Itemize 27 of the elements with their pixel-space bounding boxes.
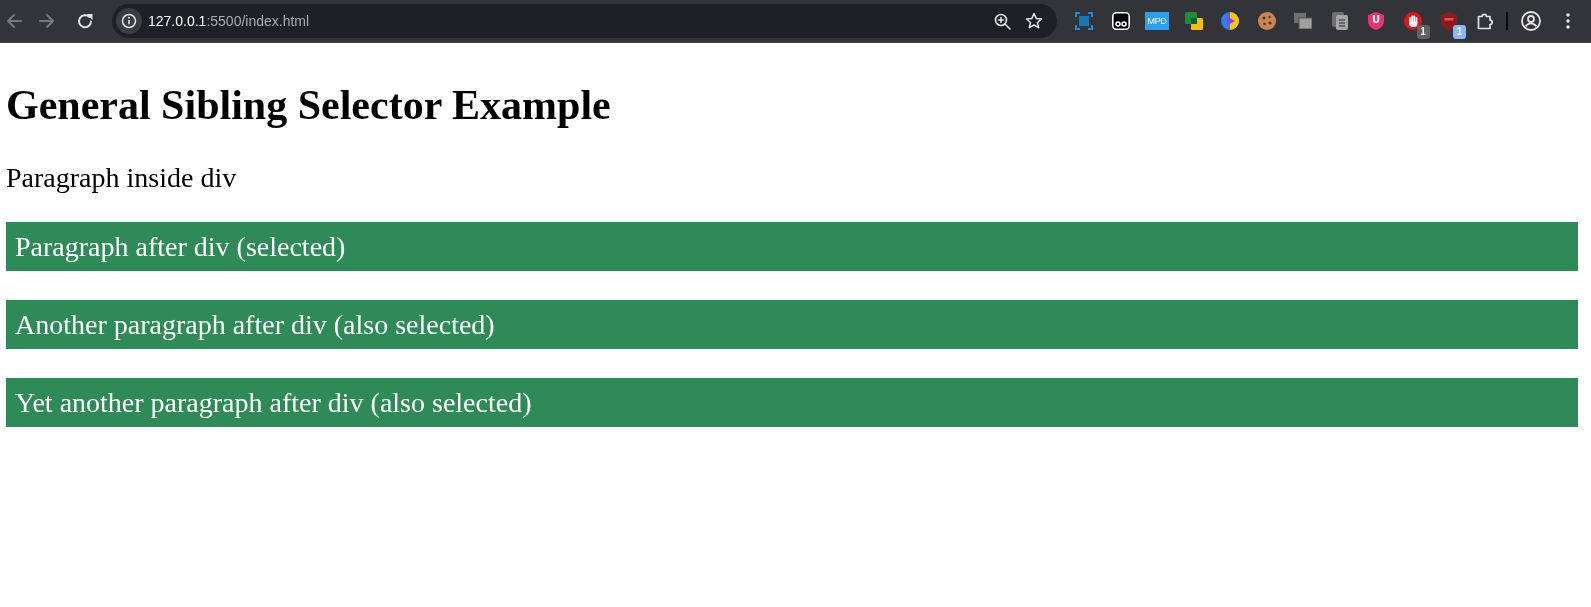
count-badge: 1	[1416, 25, 1430, 39]
highlighted-paragraph: Paragraph after div (selected)	[6, 222, 1578, 271]
profile-icon[interactable]	[1520, 11, 1541, 31]
play-circle-icon[interactable]	[1221, 12, 1239, 30]
eyes-icon[interactable]	[1111, 12, 1130, 30]
zoom-in-icon[interactable]	[994, 12, 1011, 30]
reload-icon[interactable]	[77, 13, 93, 29]
info-icon[interactable]	[116, 8, 142, 34]
hand-icon[interactable]	[1403, 12, 1422, 30]
highlighted-paragraph: Another paragraph after div (also selected)	[6, 300, 1578, 349]
screen-capture-icon[interactable]	[1075, 12, 1093, 30]
url-text[interactable]: 127.0.0.1:5500/index.html	[148, 13, 310, 29]
shield-icon[interactable]	[1368, 12, 1384, 30]
overlapping-squares-icon[interactable]	[1184, 12, 1203, 30]
more-menu-icon[interactable]	[1565, 13, 1570, 29]
paragraph: Paragraph inside div	[6, 163, 238, 193]
star-icon[interactable]	[1025, 12, 1043, 30]
cookie-icon[interactable]	[1257, 12, 1276, 30]
windows-icon[interactable]	[1294, 13, 1312, 29]
page-heading: General Sibling Selector Example	[6, 81, 612, 129]
puzzle-piece-icon[interactable]	[1476, 12, 1495, 30]
document-icon[interactable]	[1331, 12, 1348, 30]
count-badge: 1	[1453, 25, 1466, 39]
shield-letter: U	[1371, 14, 1381, 26]
shield-icon[interactable]	[1441, 12, 1457, 30]
address-bar[interactable]: 127.0.0.1:5500/index.html	[112, 4, 1057, 38]
highlighted-paragraph: Yet another paragraph after div (also selected)	[6, 378, 1578, 427]
